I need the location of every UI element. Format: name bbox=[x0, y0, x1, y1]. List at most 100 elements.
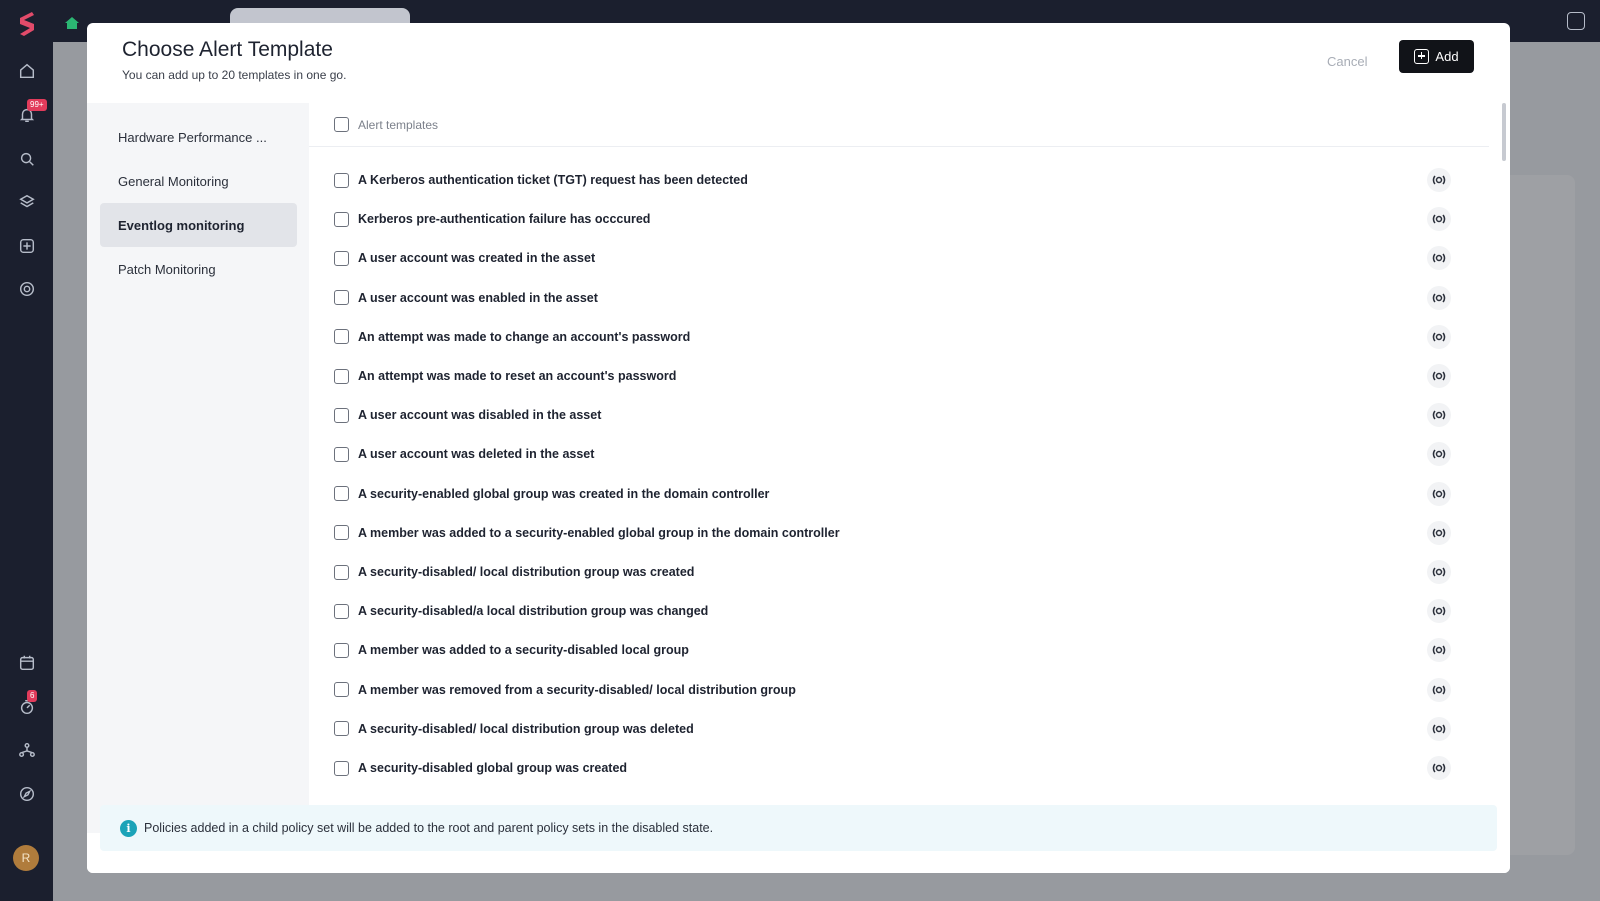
template-label: A security-enabled global group was crea… bbox=[358, 486, 770, 501]
list-header: Alert templates bbox=[309, 103, 1489, 147]
modal-title: Choose Alert Template bbox=[122, 38, 333, 61]
template-checkbox[interactable] bbox=[334, 603, 349, 619]
template-checkbox[interactable] bbox=[334, 329, 349, 345]
preview-icon[interactable] bbox=[1427, 638, 1451, 663]
template-label: A security-disabled/a local distribution… bbox=[358, 604, 709, 619]
tasks-badge: 6 bbox=[27, 690, 38, 702]
template-row[interactable]: A user account was enabled in the asset bbox=[309, 278, 1469, 318]
category-item-patch-monitoring[interactable]: Patch Monitoring bbox=[100, 247, 297, 291]
template-row[interactable]: A security-disabled/ local distribution … bbox=[309, 552, 1469, 592]
template-checkbox[interactable] bbox=[334, 682, 349, 698]
add-icon bbox=[1414, 49, 1430, 64]
template-row[interactable]: A user account was deleted in the asset bbox=[309, 434, 1469, 474]
preview-icon[interactable] bbox=[1427, 285, 1451, 310]
template-row[interactable]: A security-disabled global group was cre… bbox=[309, 748, 1469, 788]
preview-icon[interactable] bbox=[1427, 520, 1451, 545]
template-label: An attempt was made to change an account… bbox=[358, 329, 691, 344]
app-sidebar: 99+ 6 R bbox=[0, 0, 53, 901]
template-checkbox[interactable] bbox=[334, 486, 349, 502]
category-item-general-monitoring[interactable]: General Monitoring bbox=[100, 159, 297, 203]
template-label: An attempt was made to reset an account'… bbox=[358, 369, 677, 383]
gear-icon[interactable] bbox=[16, 278, 38, 300]
template-label: A user account was deleted in the asset bbox=[358, 447, 595, 462]
calendar-icon[interactable] bbox=[16, 652, 38, 674]
template-row[interactable]: An attempt was made to reset an account'… bbox=[309, 356, 1469, 396]
category-label: General Monitoring bbox=[118, 173, 229, 189]
template-row[interactable]: Kerberos pre-authentication failure has … bbox=[309, 199, 1469, 239]
template-label: A security-disabled/ local distribution … bbox=[358, 721, 694, 736]
template-row[interactable]: An attempt was made to change an account… bbox=[309, 317, 1469, 357]
template-checkbox[interactable] bbox=[334, 564, 349, 580]
category-item-eventlog-monitoring[interactable]: Eventlog monitoring bbox=[100, 203, 297, 247]
category-item-hardware-performance[interactable]: Hardware Performance ... bbox=[100, 115, 297, 159]
preview-icon[interactable] bbox=[1427, 324, 1451, 349]
preview-icon[interactable] bbox=[1427, 364, 1451, 388]
template-row[interactable]: A user account was disabled in the asset bbox=[309, 395, 1469, 435]
choose-alert-template-modal: Choose Alert Template You can add up to … bbox=[87, 23, 1510, 873]
template-label: A member was added to a security-enabled… bbox=[358, 525, 840, 540]
info-icon: i bbox=[120, 819, 137, 837]
search-icon[interactable] bbox=[16, 148, 38, 170]
add-box-icon[interactable] bbox=[16, 235, 38, 257]
template-row[interactable]: A member was added to a security-disable… bbox=[309, 630, 1469, 670]
home-icon[interactable] bbox=[64, 15, 80, 31]
app-logo[interactable] bbox=[10, 8, 42, 40]
template-row[interactable]: A member was added to a security-enabled… bbox=[309, 513, 1469, 553]
info-banner: i Policies added in a child policy set w… bbox=[100, 805, 1497, 851]
template-label: Kerberos pre-authentication failure has … bbox=[358, 212, 651, 227]
template-label: A security-disabled/ local distribution … bbox=[358, 565, 695, 579]
category-sidebar: Hardware Performance ... General Monitor… bbox=[87, 103, 309, 833]
template-row[interactable]: A security-disabled/ local distribution … bbox=[309, 709, 1469, 749]
template-row[interactable]: A member was removed from a security-dis… bbox=[309, 670, 1469, 710]
template-row[interactable]: A user account was created in the asset bbox=[309, 238, 1469, 278]
template-label: A member was removed from a security-dis… bbox=[358, 682, 796, 697]
network-icon[interactable] bbox=[16, 739, 38, 761]
avatar[interactable]: R bbox=[13, 845, 39, 871]
preview-icon[interactable] bbox=[1427, 599, 1451, 624]
home-nav-icon[interactable] bbox=[16, 60, 38, 82]
add-button-label: Add bbox=[1435, 49, 1459, 64]
template-checkbox[interactable] bbox=[334, 446, 349, 462]
template-checkbox[interactable] bbox=[334, 525, 349, 541]
expand-icon[interactable] bbox=[1567, 12, 1585, 30]
template-row[interactable]: A Kerberos authentication ticket (TGT) r… bbox=[309, 160, 1469, 200]
avatar-initial: R bbox=[21, 851, 31, 865]
preview-icon[interactable] bbox=[1427, 168, 1451, 192]
compass-icon[interactable] bbox=[16, 783, 38, 805]
template-label: A user account was enabled in the asset bbox=[358, 290, 598, 305]
list-header-label: Alert templates bbox=[358, 117, 439, 132]
preview-icon[interactable] bbox=[1427, 756, 1451, 780]
preview-icon[interactable] bbox=[1427, 560, 1451, 584]
modal-subtitle: You can add up to 20 templates in one go… bbox=[122, 68, 347, 82]
scrollbar-thumb[interactable] bbox=[1502, 103, 1506, 161]
preview-icon[interactable] bbox=[1427, 207, 1451, 232]
template-row[interactable]: A security-disabled/a local distribution… bbox=[309, 591, 1469, 631]
template-label: A member was added to a security-disable… bbox=[358, 643, 689, 658]
preview-icon[interactable] bbox=[1427, 246, 1451, 271]
template-checkbox[interactable] bbox=[334, 250, 349, 266]
cancel-button[interactable]: Cancel bbox=[1327, 48, 1367, 74]
template-checkbox[interactable] bbox=[334, 211, 349, 227]
template-checkbox[interactable] bbox=[334, 760, 349, 776]
template-label: A user account was disabled in the asset bbox=[358, 408, 602, 423]
preview-icon[interactable] bbox=[1427, 403, 1451, 428]
notifications-badge: 99+ bbox=[27, 99, 47, 111]
template-checkbox[interactable] bbox=[334, 721, 349, 737]
template-label: A Kerberos authentication ticket (TGT) r… bbox=[358, 173, 748, 187]
preview-icon[interactable] bbox=[1427, 716, 1451, 741]
preview-icon[interactable] bbox=[1427, 677, 1451, 702]
template-checkbox[interactable] bbox=[334, 407, 349, 423]
layers-icon[interactable] bbox=[16, 191, 38, 213]
preview-icon[interactable] bbox=[1427, 481, 1451, 506]
add-button[interactable]: Add bbox=[1399, 40, 1474, 73]
template-checkbox[interactable] bbox=[334, 290, 349, 306]
template-label: A user account was created in the asset bbox=[358, 251, 596, 266]
template-checkbox[interactable] bbox=[334, 368, 349, 384]
template-list: Alert templates A Kerberos authenticatio… bbox=[309, 103, 1510, 833]
template-checkbox[interactable] bbox=[334, 642, 349, 658]
template-row[interactable]: A security-enabled global group was crea… bbox=[309, 474, 1469, 514]
category-label: Hardware Performance ... bbox=[118, 129, 267, 145]
preview-icon[interactable] bbox=[1427, 442, 1451, 467]
select-all-checkbox[interactable] bbox=[334, 117, 349, 132]
template-checkbox[interactable] bbox=[334, 172, 349, 188]
